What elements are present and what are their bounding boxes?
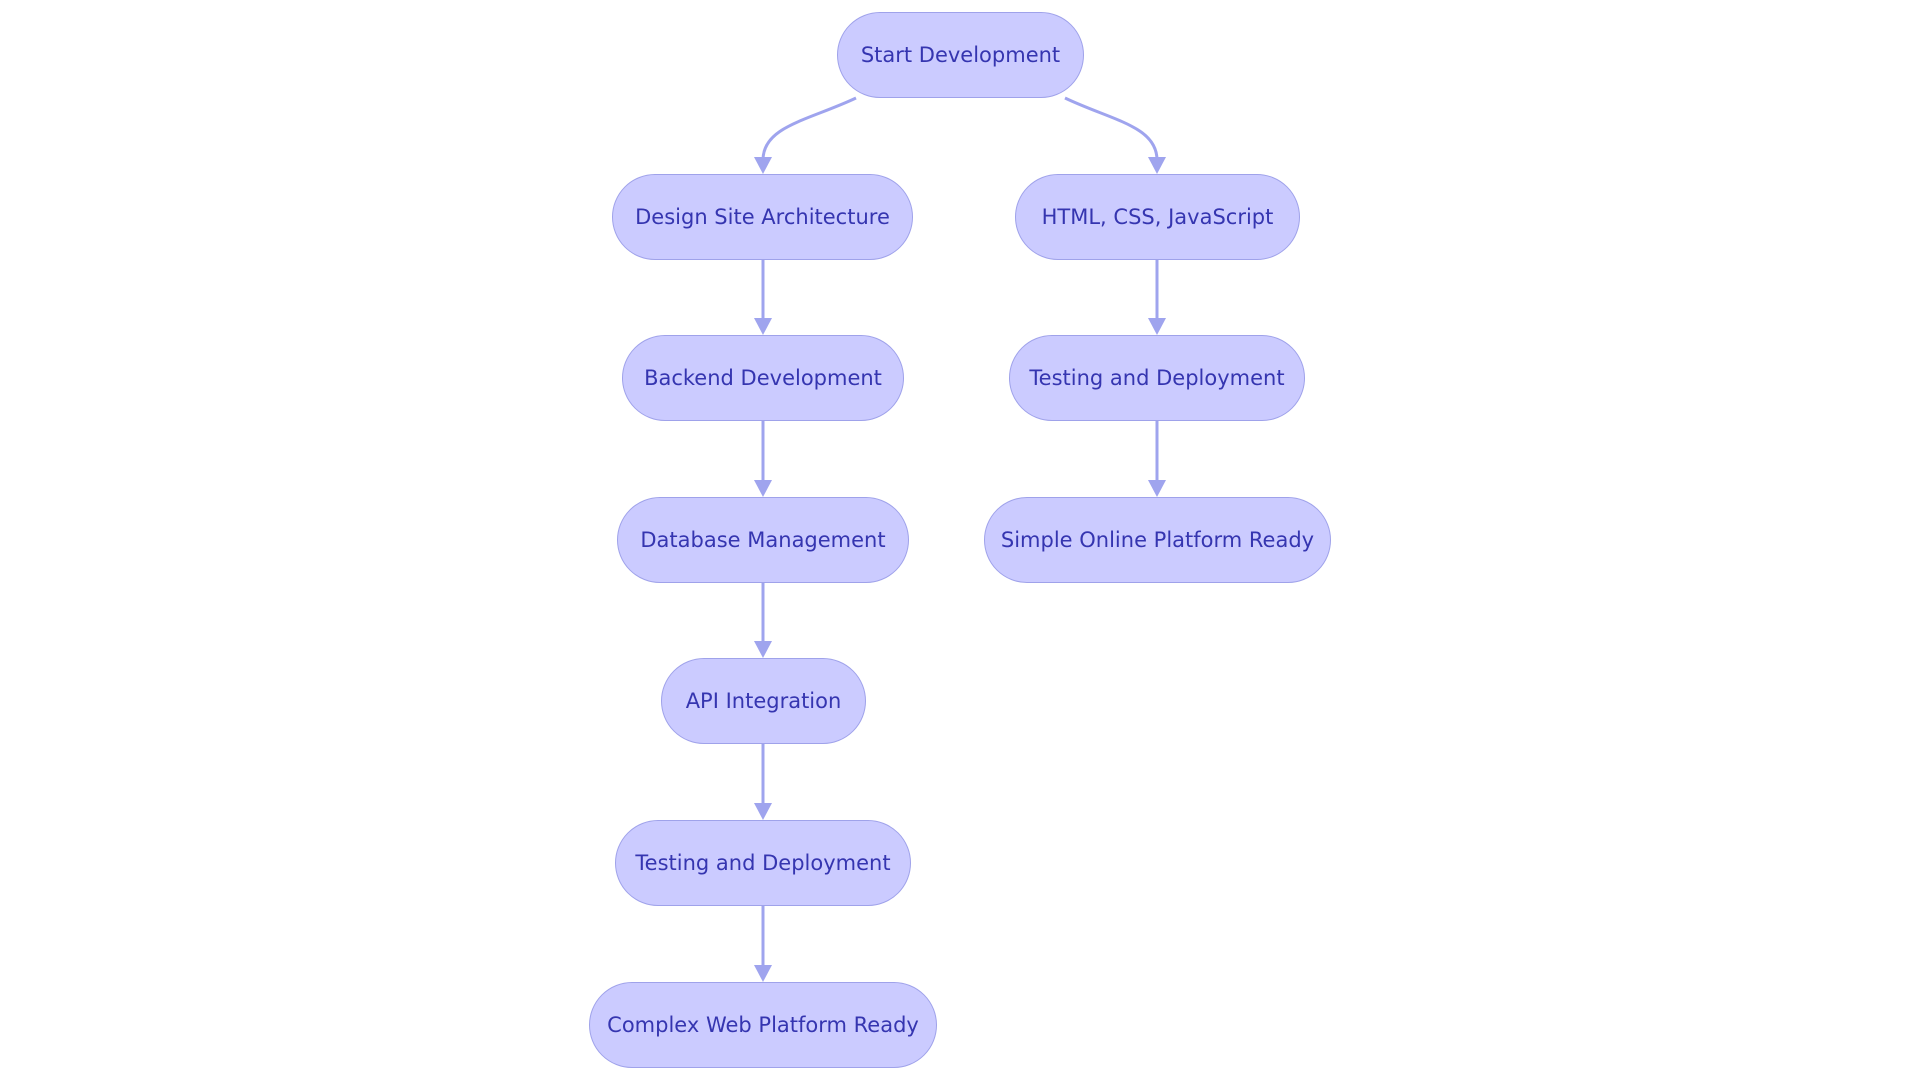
edges-layer (754, 96, 1166, 982)
arrowhead-icon-simple (1148, 480, 1166, 497)
arrowhead-icon-testL (754, 803, 772, 820)
node-testing-deployment-right[interactable]: Testing and Deployment (1009, 335, 1305, 421)
node-database-management[interactable]: Database Management (617, 497, 909, 583)
node-simple-online-platform-ready[interactable]: Simple Online Platform Ready (984, 497, 1331, 583)
node-design-site-architecture[interactable]: Design Site Architecture (612, 174, 913, 260)
arrowhead-icon-backend (754, 318, 772, 335)
node-html-css-javascript[interactable]: HTML, CSS, JavaScript (1015, 174, 1300, 260)
node-api-integration[interactable]: API Integration (661, 658, 866, 744)
node-complex-web-platform-ready[interactable]: Complex Web Platform Ready (589, 982, 937, 1068)
arrowhead-icon-design (754, 157, 772, 174)
arrowhead-icon-complex (754, 965, 772, 982)
node-backend-development[interactable]: Backend Development (622, 335, 904, 421)
edge-start-to-design (761, 96, 857, 161)
edge-start-to-html (1064, 96, 1159, 161)
arrowhead-icon-html (1148, 157, 1166, 174)
node-start-development[interactable]: Start Development (837, 12, 1084, 98)
node-testing-deployment-left[interactable]: Testing and Deployment (615, 820, 911, 906)
arrowhead-icon-testR (1148, 318, 1166, 335)
arrowhead-icon-api (754, 641, 772, 658)
arrowhead-icon-db (754, 480, 772, 497)
